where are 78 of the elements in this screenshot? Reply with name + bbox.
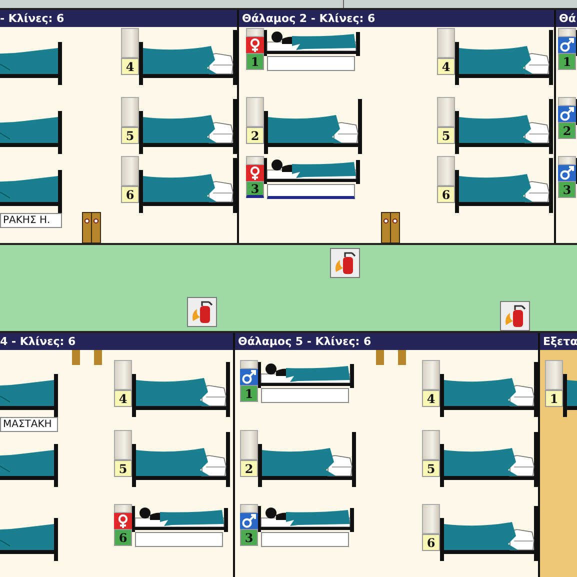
patient-name-field[interactable]: ΜΑΣΤΑΚΗ (0, 417, 58, 432)
empty-bed-icon[interactable] (440, 432, 538, 487)
empty-bed-icon[interactable] (455, 99, 553, 154)
fire-extinguisher-icon (187, 297, 217, 327)
fire-extinguisher-icon (500, 301, 530, 331)
bed-tag-icon (240, 360, 258, 369)
room-header: Θά (556, 10, 577, 27)
bed-tag-icon (246, 156, 264, 165)
bed-tag-icon (437, 156, 455, 186)
room-header: Εξετα (540, 333, 577, 350)
bed-number: 6 (437, 186, 455, 203)
patient-name-field[interactable] (267, 56, 355, 71)
bed-number: 4 (114, 390, 132, 407)
bed-tag-icon (240, 430, 258, 460)
bed-tag-icon (114, 360, 132, 390)
occupied-bed-icon[interactable] (132, 506, 228, 532)
patient-name-field[interactable] (135, 532, 223, 547)
empty-bed-icon[interactable] (258, 432, 356, 487)
occupied-bed-icon[interactable] (264, 30, 360, 56)
bed-tag-icon (422, 504, 440, 534)
empty-bed-icon[interactable] (455, 30, 553, 85)
bed-number: 2 (558, 122, 576, 139)
empty-bed-icon[interactable] (132, 362, 230, 417)
patient-name-field[interactable] (261, 388, 349, 403)
bed-tag-icon (545, 360, 563, 390)
bed-tag-icon (437, 97, 455, 127)
empty-bed-icon[interactable] (132, 432, 230, 487)
bed-number: 4 (437, 58, 455, 75)
bed-number: 3 (246, 181, 264, 198)
patient-name-field[interactable] (261, 532, 349, 547)
bed-tag-icon (558, 28, 576, 37)
occupied-bed-icon[interactable] (264, 158, 360, 184)
bed-number: 6 (114, 529, 132, 546)
bed-tag-icon (246, 28, 264, 37)
empty-bed-icon[interactable] (139, 99, 237, 154)
bed-tag-icon (114, 504, 132, 513)
bed-number: 6 (422, 534, 440, 551)
bed-number: 1 (558, 53, 576, 70)
bed-tag-icon (246, 97, 264, 127)
bed-number: 1 (545, 390, 563, 407)
empty-bed-icon[interactable] (440, 362, 538, 417)
bed-tag-icon (121, 97, 139, 127)
bed-number: 1 (246, 53, 264, 70)
bed-tag-icon (422, 430, 440, 460)
bed-number: 5 (422, 460, 440, 477)
bed-number: 3 (240, 529, 258, 546)
room-header: Θάλαμος 2 - Κλίνες: 6 (239, 10, 554, 27)
room-header: Θάλαμος 5 - Κλίνες: 6 (235, 333, 538, 350)
bed-number: 6 (121, 186, 139, 203)
bed-number: 5 (114, 460, 132, 477)
empty-bed-icon[interactable] (440, 506, 538, 561)
fire-extinguisher-icon (330, 248, 360, 278)
bed-number: 1 (240, 385, 258, 402)
occupied-bed-icon[interactable] (258, 506, 354, 532)
bed-tag-icon (114, 430, 132, 460)
bed-tag-icon (558, 156, 576, 165)
empty-bed-icon[interactable] (264, 99, 362, 154)
bed-number: 4 (422, 390, 440, 407)
empty-bed-icon[interactable] (455, 158, 553, 213)
bed-number: 5 (121, 127, 139, 144)
room-header: 4 - Κλίνες: 6 (0, 333, 233, 350)
bed-number: 4 (121, 58, 139, 75)
bed-tag-icon (121, 156, 139, 186)
empty-bed-icon[interactable] (139, 158, 237, 213)
bed-tag-icon (121, 28, 139, 58)
bed-tag-icon (558, 97, 576, 106)
patient-name-field[interactable] (267, 184, 355, 199)
bed-number: 3 (558, 181, 576, 198)
bed-number: 2 (246, 127, 264, 144)
bed-tag-icon (437, 28, 455, 58)
bed-tag-icon (422, 360, 440, 390)
occupied-bed-icon[interactable] (258, 362, 354, 388)
bed-tag-icon (240, 504, 258, 513)
room-header: - Κλίνες: 6 (0, 10, 237, 27)
patient-name-field[interactable]: ΡΑΚΗΣ Η. (0, 213, 62, 228)
empty-bed-icon[interactable] (139, 30, 237, 85)
bed-number: 5 (437, 127, 455, 144)
bed-number: 2 (240, 460, 258, 477)
